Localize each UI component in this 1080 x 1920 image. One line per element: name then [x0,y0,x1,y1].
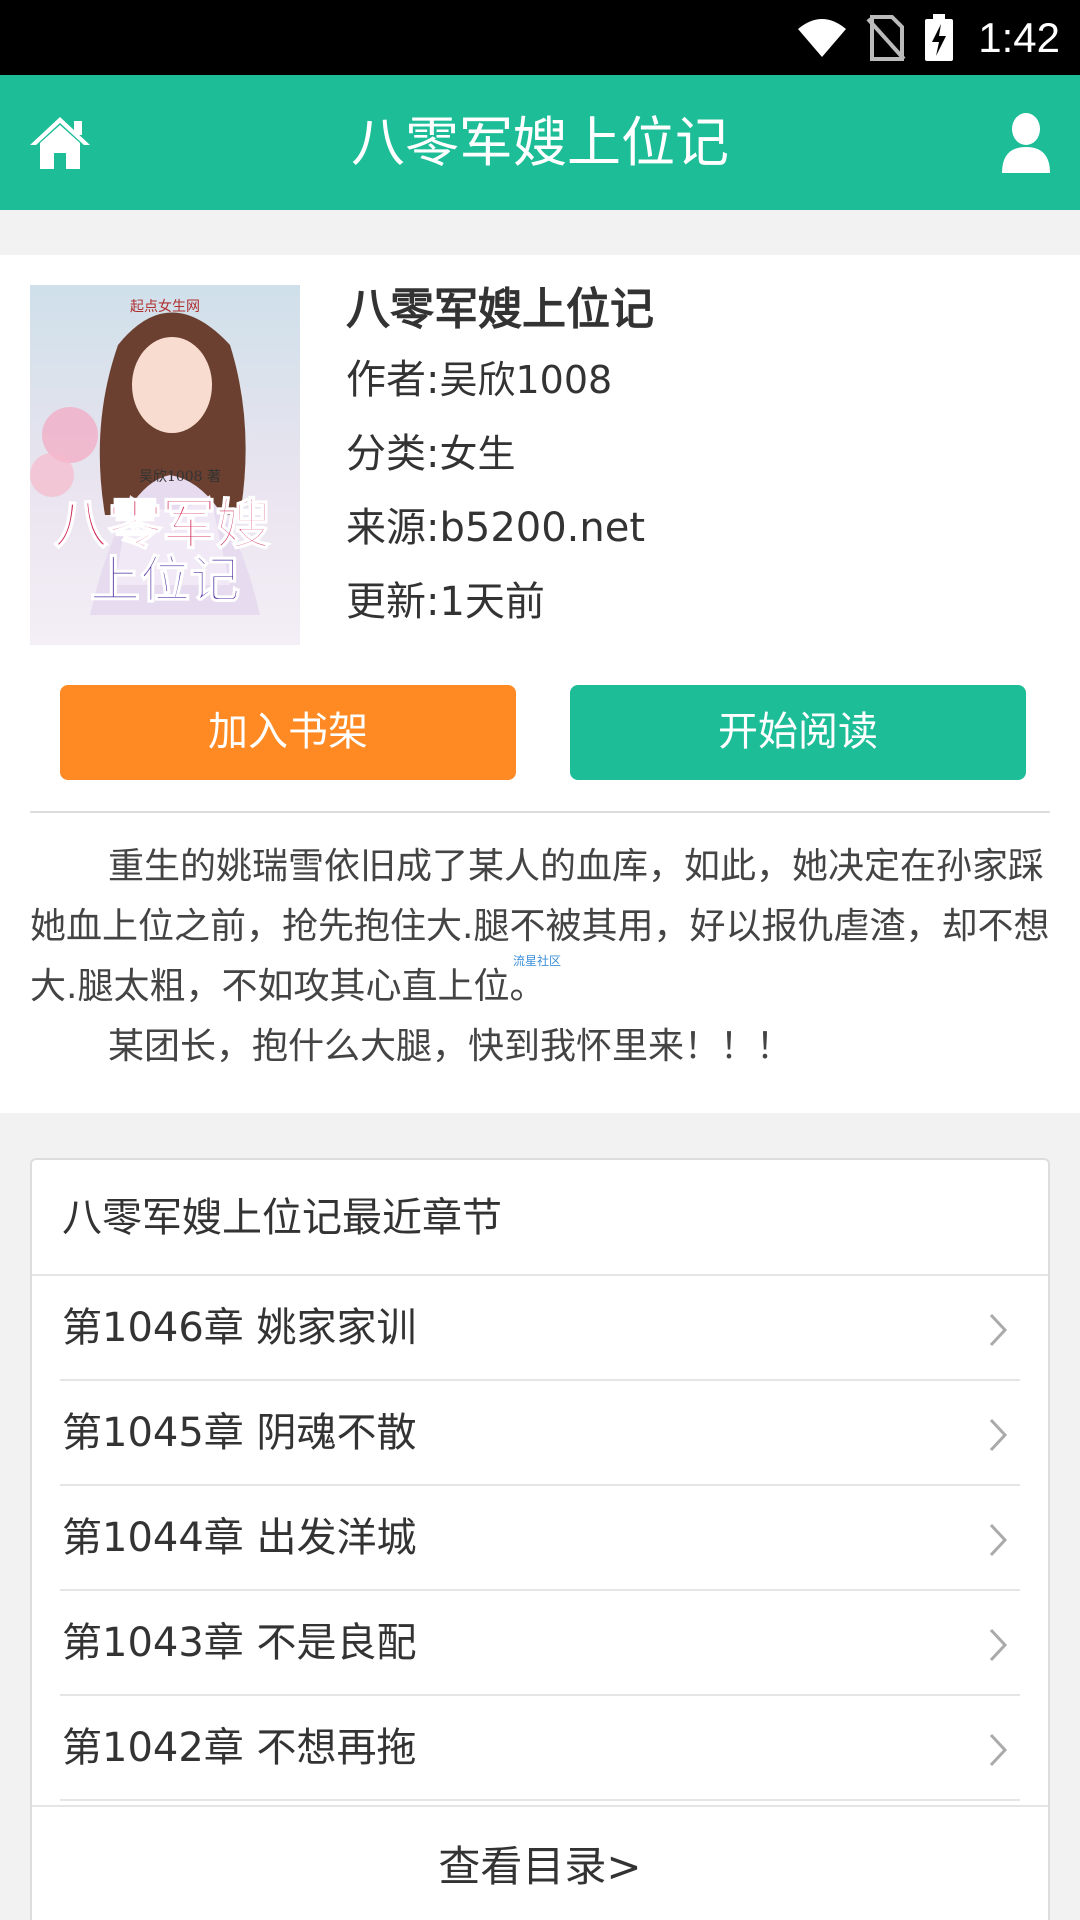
wifi-icon [798,18,847,57]
chevron-right-icon [989,1418,1008,1452]
status-time: 1:42 [978,13,1060,61]
chapter-title: 第1046章 姚家家训 [62,1305,417,1351]
chapter-item[interactable]: 第1046章 姚家家训 [60,1276,1020,1381]
add-to-shelf-button[interactable]: 加入书架 [60,685,516,780]
source-value: b5200.net [439,505,646,551]
chapter-title: 第1044章 出发洋城 [62,1515,417,1561]
chevron-right-icon [989,1628,1008,1662]
battery-charging-icon [925,13,954,61]
category-value: 女生 [439,432,516,476]
book-info: 八零军嫂上位记 作者: 吴欣1008 分类: 女生 来源: b5200.net … [346,277,1060,639]
no-sim-icon [866,14,906,61]
chevron-right-icon [989,1733,1008,1767]
user-icon [1002,113,1050,173]
book-card: 起点女生网 吴欣1008 著 八零军嫂 上位记 八零军嫂上位记 作者: 吴欣10… [0,255,1080,1113]
intro-paragraph: 重生的姚瑞雪依旧成了某人的血库，如此，她决定在孙家踩她血上位之前，抢先抱住大.腿… [30,846,1050,1007]
author-line: 作者: 吴欣1008 [346,343,1060,417]
book-cover[interactable]: 起点女生网 吴欣1008 著 八零军嫂 上位记 [30,285,300,645]
view-toc-button[interactable]: 查看目录> [32,1805,1048,1920]
latest-chapters-panel: 八零军嫂上位记最近章节 第1046章 姚家家训 第1045章 阴魂不散 第104… [30,1158,1050,1920]
cover-author: 吴欣1008 著 [139,469,221,485]
category-line: 分类: 女生 [346,417,1060,491]
category-label: 分类: [346,431,440,477]
book-title: 八零军嫂上位记 [346,284,654,335]
chapter-item[interactable]: 第1043章 不是良配 [60,1591,1020,1696]
cover-title-line2: 上位记 [90,550,240,609]
chapter-title: 第1042章 不想再拖 [62,1725,417,1771]
chapter-title: 第1045章 阴魂不散 [62,1410,417,1456]
chapter-title: 第1043章 不是良配 [62,1620,417,1666]
updated-value: 1天前 [439,579,545,625]
app-header: 八零军嫂上位记 [0,75,1080,210]
cover-image: 起点女生网 吴欣1008 著 八零军嫂 上位记 [30,285,300,645]
author-label: 作者: [346,357,440,403]
source-label: 来源: [346,505,440,551]
intro-paragraph: 某团长，抱什么大腿，快到我怀里来！！！ [108,1026,793,1067]
chevron-right-icon [989,1523,1008,1557]
author-value: 吴欣1008 [439,358,613,402]
latest-chapters-title: 八零军嫂上位记最近章节 [32,1160,1048,1276]
chapter-item[interactable]: 第1045章 阴魂不散 [60,1381,1020,1486]
watermark: 流星社区 [513,954,562,968]
updated-line: 更新: 1天前 [346,565,1060,639]
cover-title-line1: 八零军嫂 [54,492,270,556]
chapter-item[interactable]: 第1044章 出发洋城 [60,1486,1020,1591]
chapter-item[interactable]: 第1042章 不想再拖 [60,1696,1020,1801]
cover-publisher: 起点女生网 [130,298,200,315]
source-line: 来源: b5200.net [346,491,1060,565]
page-title: 八零军嫂上位记 [351,111,729,174]
chevron-right-icon [989,1313,1008,1347]
divider [30,811,1050,813]
status-icons: 1:42 [796,0,1060,75]
status-bar: 1:42 [0,0,1080,75]
updated-label: 更新: [346,579,440,625]
user-button[interactable] [1000,113,1052,175]
start-reading-button[interactable]: 开始阅读 [570,685,1026,780]
